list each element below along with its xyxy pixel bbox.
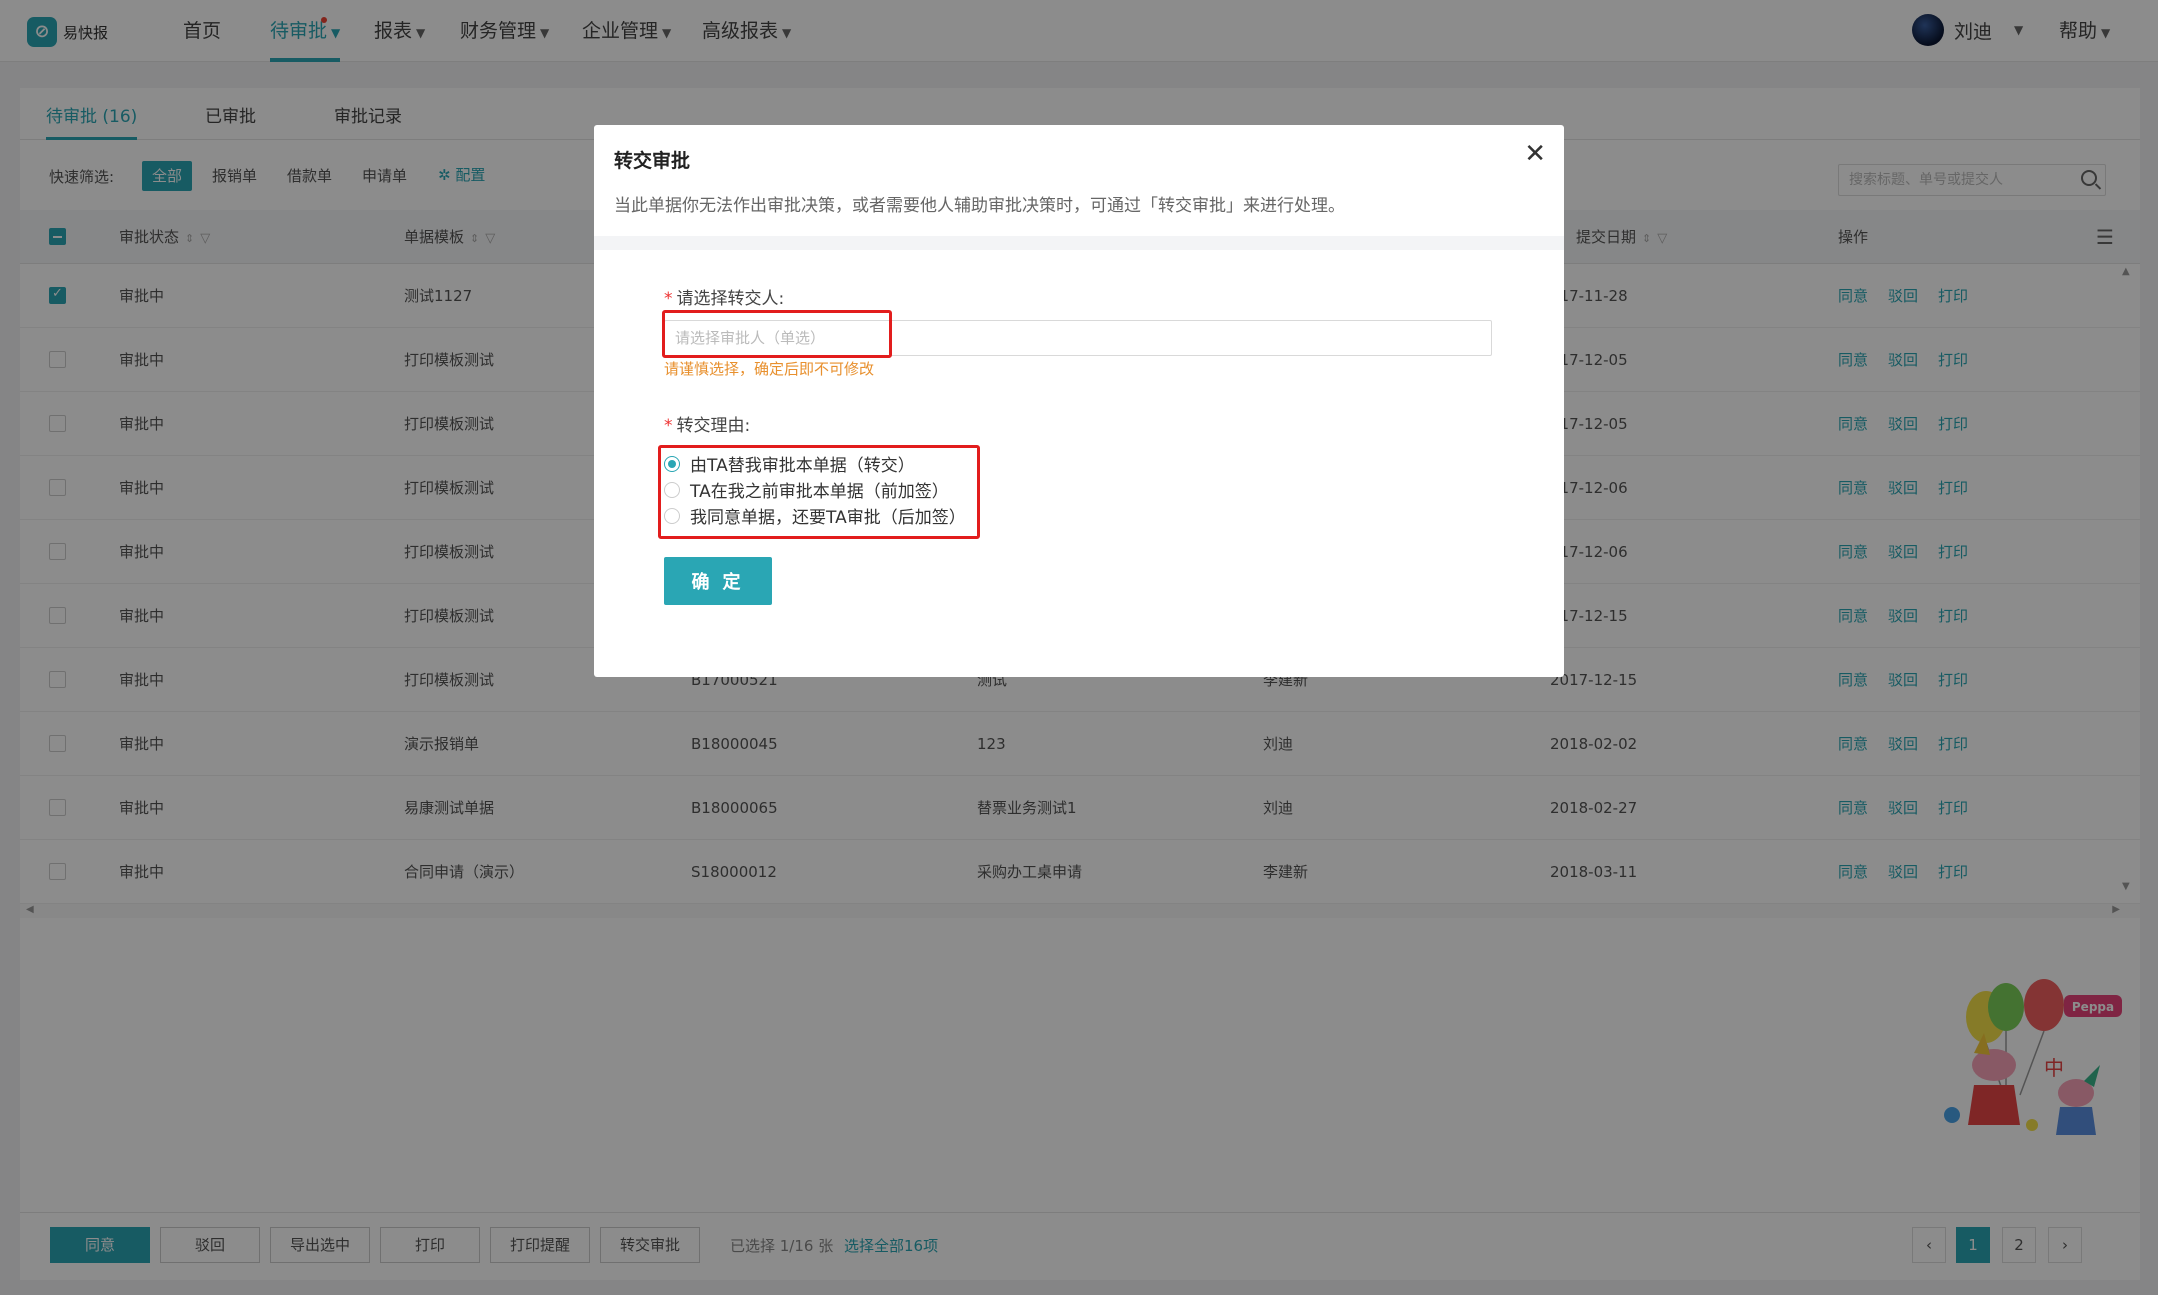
reason-option-transfer[interactable]: 由TA替我审批本单据（转交） [664,451,915,476]
radio-unselected[interactable] [664,481,680,498]
transferee-warning: 请谨慎选择，确定后即不可修改 [664,360,875,378]
reason-option-post-sign[interactable]: 我同意单据，还要TA审批（后加签） [664,503,966,528]
modal-title: 转交审批 [614,150,691,172]
reason-option-pre-sign[interactable]: TA在我之前审批本单据（前加签） [664,477,949,502]
confirm-button[interactable]: 确 定 [664,557,772,605]
close-icon[interactable]: ✕ [1524,139,1546,169]
modal-divider [594,236,1564,250]
reason-label: * 转交理由: [664,416,751,436]
transferee-label: * 请选择转交人: [664,289,785,309]
radio-selected[interactable] [664,455,680,472]
transferee-select-input[interactable] [664,320,1492,356]
modal-description: 当此单据你无法作出审批决策，或者需要他人辅助审批决策时，可通过「转交审批」来进行… [614,196,1345,216]
transfer-approval-modal: 转交审批 ✕ 当此单据你无法作出审批决策，或者需要他人辅助审批决策时，可通过「转… [594,125,1564,677]
radio-unselected[interactable] [664,507,680,524]
